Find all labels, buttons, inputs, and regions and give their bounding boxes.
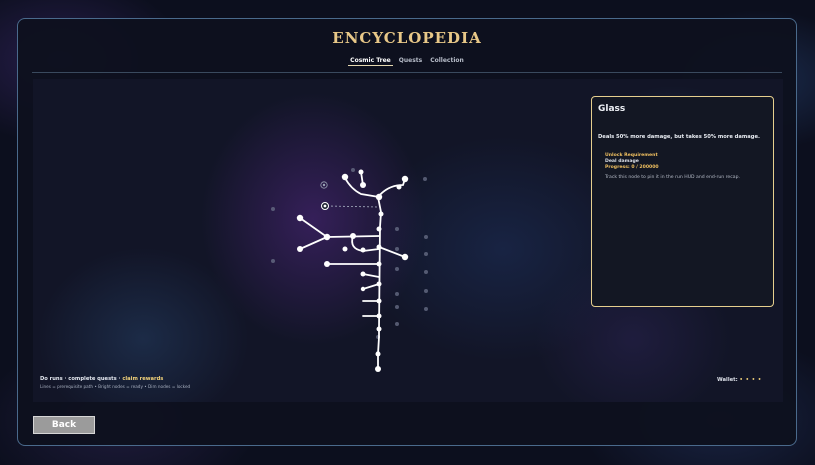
tree-node[interactable] xyxy=(401,253,409,261)
header-divider xyxy=(32,72,782,73)
tree-node[interactable] xyxy=(396,184,402,190)
tree-node[interactable] xyxy=(401,175,409,183)
tree-node[interactable] xyxy=(376,226,382,232)
track-tip: Track this node to pin it in the run HUD… xyxy=(605,174,740,180)
tree-node[interactable] xyxy=(297,246,303,252)
locked-node[interactable] xyxy=(424,235,428,239)
unlock-requirement: Unlock Requirement Deal damage Progress:… xyxy=(605,153,740,181)
back-button[interactable]: Back xyxy=(33,416,95,434)
tracked-node-glass[interactable] xyxy=(321,202,329,210)
tree-node[interactable] xyxy=(375,366,381,372)
locked-node[interactable] xyxy=(395,322,399,326)
locked-node[interactable] xyxy=(395,292,399,296)
wallet-value: • • • • xyxy=(739,377,762,383)
wallet-label: Wallet: xyxy=(717,377,738,383)
tab-cosmic-tree[interactable]: Cosmic Tree xyxy=(348,56,393,66)
tree-node[interactable] xyxy=(376,261,382,267)
tree-node[interactable] xyxy=(350,233,356,239)
locked-node[interactable] xyxy=(395,227,399,231)
tree-node[interactable] xyxy=(360,182,366,188)
tree-node[interactable] xyxy=(360,247,366,253)
ready-nodes xyxy=(296,169,409,372)
tab-quests[interactable]: Quests xyxy=(397,56,424,66)
node-info-panel: Glass Deals 50% more damage, but takes 5… xyxy=(591,96,774,307)
tree-node[interactable] xyxy=(360,286,366,292)
locked-node[interactable] xyxy=(424,289,428,293)
locked-node[interactable] xyxy=(395,267,399,271)
tree-node[interactable] xyxy=(376,313,382,319)
locked-node[interactable] xyxy=(424,270,428,274)
locked-node[interactable] xyxy=(395,247,399,251)
tree-node[interactable] xyxy=(360,271,366,277)
tree-node[interactable] xyxy=(376,326,382,332)
small-ring-node[interactable] xyxy=(320,181,328,189)
page-title: ENCYCLOPEDIA xyxy=(332,29,482,47)
tree-node[interactable] xyxy=(323,233,331,241)
node-name: Glass xyxy=(598,104,626,114)
tree-node[interactable] xyxy=(324,261,330,267)
locked-node-dots xyxy=(271,168,428,355)
tree-node[interactable] xyxy=(358,169,364,175)
tree-node[interactable] xyxy=(342,246,348,252)
tab-bar: Cosmic Tree Quests Collection xyxy=(18,56,796,66)
tree-node[interactable] xyxy=(376,281,382,287)
locked-node[interactable] xyxy=(424,252,428,256)
hint-prefix: Do runs · complete quests · xyxy=(40,376,123,382)
tab-collection[interactable]: Collection xyxy=(428,56,466,66)
locked-node[interactable] xyxy=(424,307,428,311)
tree-node[interactable] xyxy=(376,298,382,304)
locked-node[interactable] xyxy=(271,259,275,263)
hint-highlight: claim rewards xyxy=(122,376,164,382)
legend-text: Lines = prerequisite path • Bright nodes… xyxy=(40,384,191,389)
node-description: Deals 50% more damage, but takes 50% mor… xyxy=(598,134,760,140)
locked-node[interactable] xyxy=(423,177,427,181)
locked-node[interactable] xyxy=(271,207,275,211)
footer-hint: Do runs · complete quests · claim reward… xyxy=(40,376,190,389)
locked-node[interactable] xyxy=(351,168,355,172)
tree-node[interactable] xyxy=(376,244,382,250)
tree-node[interactable] xyxy=(375,193,383,201)
tree-links xyxy=(299,171,406,370)
tree-node[interactable] xyxy=(378,211,384,217)
cosmic-tree-view[interactable]: Glass Deals 50% more damage, but takes 5… xyxy=(33,79,783,402)
hint-line: Do runs · complete quests · claim reward… xyxy=(40,376,190,382)
track-link-dashed xyxy=(326,205,379,208)
encyclopedia-window: ENCYCLOPEDIA Cosmic Tree Quests Collecti… xyxy=(17,18,797,446)
tree-node[interactable] xyxy=(296,214,304,222)
locked-node[interactable] xyxy=(395,305,399,309)
tree-node[interactable] xyxy=(341,173,349,181)
tree-node[interactable] xyxy=(375,351,381,357)
unlock-progress: Progress: 0 / 200000 xyxy=(605,165,659,171)
wallet-display: Wallet: • • • • xyxy=(717,377,762,383)
